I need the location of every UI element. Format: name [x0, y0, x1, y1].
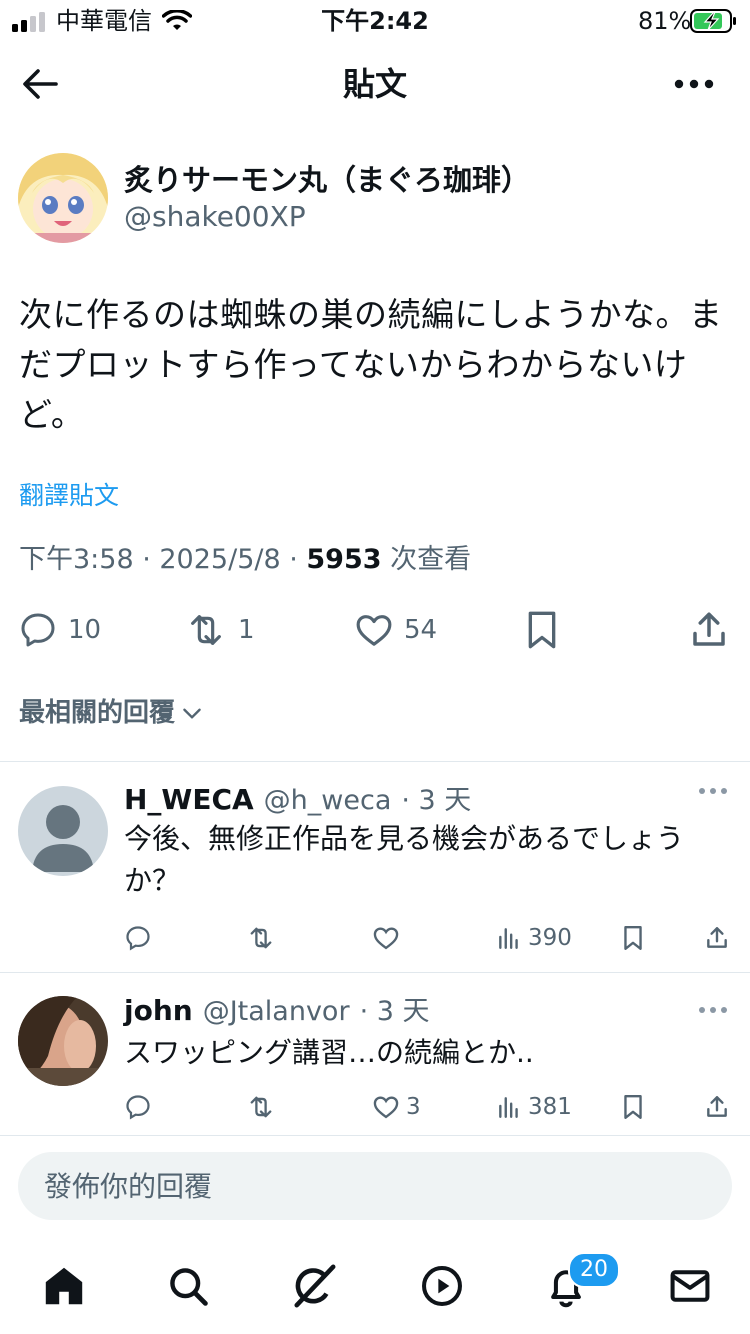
reply-icon: [126, 1095, 150, 1120]
status-bar: 中華電信 下午2:42 81%: [0, 0, 750, 40]
reply-compose-placeholder: 發佈你的回覆: [44, 1170, 213, 1203]
like-count: 54: [404, 615, 438, 645]
reply-avatar[interactable]: [18, 786, 108, 876]
heart-icon: [356, 615, 392, 646]
share-icon: [707, 1096, 727, 1117]
reply-text: スワッピング講習…の続編とか..: [124, 1036, 534, 1069]
reply-repost-button[interactable]: [246, 920, 276, 956]
reply-reply-button[interactable]: [124, 1089, 152, 1125]
reply-repost-button[interactable]: [246, 1089, 276, 1125]
author-handle[interactable]: @shake00XP: [124, 198, 306, 236]
notifications-badge: 20: [568, 1252, 620, 1288]
repost-icon: [250, 1096, 272, 1118]
reply-button[interactable]: 10: [18, 606, 101, 654]
reply-views-button[interactable]: 381: [496, 1089, 572, 1125]
reply-views-count: 381: [528, 1094, 572, 1120]
repost-button[interactable]: 1: [184, 606, 255, 654]
views-count: 5953: [306, 544, 382, 575]
heart-icon: [373, 927, 399, 950]
bookmark-icon: [528, 611, 556, 649]
views-label: 次查看: [381, 544, 472, 575]
divider: [0, 1135, 750, 1136]
reply-header: john @Jtalanvor · 3 天: [124, 993, 430, 1030]
search-icon: [170, 1268, 208, 1306]
share-button[interactable]: [688, 606, 730, 654]
reply-icon: [21, 613, 55, 647]
reply-text: 今後、無修正作品を見る機会があるでしょうか？: [124, 822, 685, 897]
reply-avatar[interactable]: [18, 996, 108, 1086]
home-icon: [45, 1267, 83, 1305]
battery-percent: 81%: [638, 7, 692, 35]
reply-icon: [126, 926, 150, 951]
bookmark-button[interactable]: [522, 606, 562, 654]
battery-charging-icon: [690, 8, 738, 34]
reply-author-handle[interactable]: @h_weca: [264, 783, 392, 819]
reply-like-button[interactable]: [372, 920, 406, 956]
reply-like-count: 3: [406, 1094, 421, 1120]
reply-like-button[interactable]: 3: [372, 1089, 421, 1125]
replies-sort-dropdown[interactable]: 最相關的回覆: [19, 694, 205, 732]
reply-bookmark-button[interactable]: [620, 920, 646, 956]
reply-share-button[interactable]: [704, 1089, 730, 1125]
repost-icon: [191, 615, 221, 645]
reply-reply-button[interactable]: [124, 920, 152, 956]
divider: [0, 972, 750, 973]
repost-count: 1: [238, 615, 255, 645]
translate-post-link[interactable]: 翻譯貼文: [19, 478, 119, 514]
share-icon: [707, 927, 727, 948]
reply-more-icon[interactable]: [698, 1005, 728, 1015]
repost-icon: [250, 927, 272, 949]
bookmark-icon: [624, 1095, 642, 1119]
reply-bookmark-button[interactable]: [620, 1089, 646, 1125]
post-meta: 下午3:58 · 2025/5/8 · 5953 次查看: [19, 540, 471, 580]
bottom-nav: [0, 1240, 750, 1334]
mail-icon: [670, 1270, 710, 1302]
heart-icon: [373, 1096, 399, 1119]
analytics-icon: [499, 928, 518, 949]
nav-grok[interactable]: [290, 1262, 338, 1310]
reply-author-name[interactable]: H_WECA: [124, 782, 254, 818]
more-horizontal-icon[interactable]: [674, 74, 714, 94]
nav-messages[interactable]: [666, 1262, 714, 1310]
like-button[interactable]: 54: [354, 606, 437, 654]
reply-more-icon[interactable]: [698, 786, 728, 796]
reply-age: · 3 天: [401, 785, 472, 816]
grok-icon: [294, 1264, 336, 1308]
author-name[interactable]: 炙りサーモン丸（まぐろ珈琲）: [124, 160, 530, 200]
reply-count: 10: [68, 615, 102, 645]
play-circle-icon: [422, 1266, 462, 1306]
post-text: 次に作るのは蜘蛛の巣の続編にしようかな。まだプロットすら作ってないからわからない…: [19, 295, 723, 434]
bookmark-icon: [624, 926, 642, 950]
reply-header: H_WECA @h_weca · 3 天: [124, 782, 471, 819]
replies-sort-label: 最相關的回覆: [19, 698, 176, 728]
reply-share-button[interactable]: [704, 920, 730, 956]
reply-author-handle[interactable]: @Jtalanvor: [203, 994, 350, 1030]
reply-age: · 3 天: [359, 996, 430, 1027]
divider: [0, 761, 750, 762]
share-icon: [693, 612, 725, 646]
post-timestamp: 下午3:58 · 2025/5/8 ·: [19, 544, 307, 575]
reply-author-name[interactable]: john: [124, 993, 193, 1029]
nav-search[interactable]: [164, 1262, 212, 1310]
page-title: 貼文: [342, 65, 407, 103]
analytics-icon: [499, 1097, 518, 1118]
author-avatar[interactable]: [18, 153, 108, 243]
chevron-down-icon: [183, 708, 201, 719]
nav-home[interactable]: [40, 1262, 88, 1310]
reply-views-button[interactable]: 390: [496, 920, 572, 956]
reply-views-count: 390: [528, 925, 572, 951]
nav-video[interactable]: [418, 1262, 466, 1310]
